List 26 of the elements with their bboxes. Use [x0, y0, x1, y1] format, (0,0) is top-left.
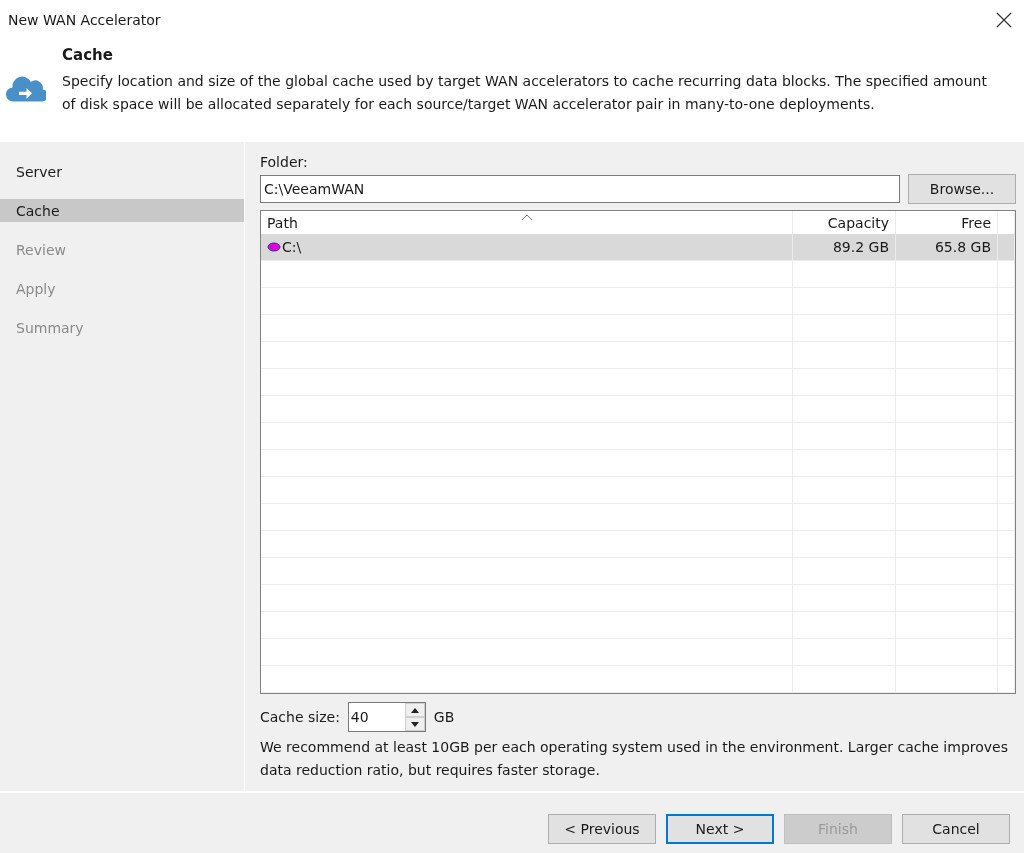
folder-label: Folder:	[260, 154, 309, 170]
wizard-button[interactable]: Next >	[666, 814, 774, 844]
sort-caret-icon	[521, 214, 533, 221]
cache-size-spinner[interactable]: 40	[347, 702, 426, 732]
close-icon[interactable]	[996, 12, 1012, 28]
cache-size-label: Cache size:	[260, 709, 340, 725]
wizard-step[interactable]: Server	[0, 160, 244, 183]
up-triangle-icon	[410, 707, 419, 713]
step-title: Cache	[62, 46, 114, 64]
decrement-button[interactable]	[404, 717, 425, 731]
wizard-step[interactable]: Cache	[0, 199, 244, 222]
table-cell: C:\	[261, 234, 793, 260]
browse-button[interactable]: Browse...	[908, 174, 1016, 204]
window-title: New WAN Accelerator	[8, 12, 161, 28]
drive-icon	[267, 242, 281, 252]
wizard-button[interactable]: < Previous	[548, 814, 656, 844]
step-description: Specify location and size of the global cache used by target WAN accelerators to cache recurring data blocks. The specified amount of disk space will be allocated separately for each source/target WAN accelerator pair in many-to-one deployments.	[62, 72, 988, 114]
table-row[interactable]: C:\ 89.2 GB 65.8 GB	[261, 234, 1015, 261]
folder-field[interactable]: C:\VeeamWAN	[260, 175, 900, 203]
increment-button[interactable]	[404, 703, 425, 717]
table-cell: 89.2 GB	[793, 234, 896, 260]
cache-size-note: We recommend at least 10GB per each operating system used in the environment. Larger cache improves data reduction ratio, but requires faster storage.	[260, 738, 1009, 780]
down-triangle-icon	[410, 721, 419, 727]
wizard-button[interactable]: Cancel	[902, 814, 1010, 844]
table-cell: 65.8 GB	[896, 234, 998, 260]
unit-label: GB	[433, 709, 455, 725]
